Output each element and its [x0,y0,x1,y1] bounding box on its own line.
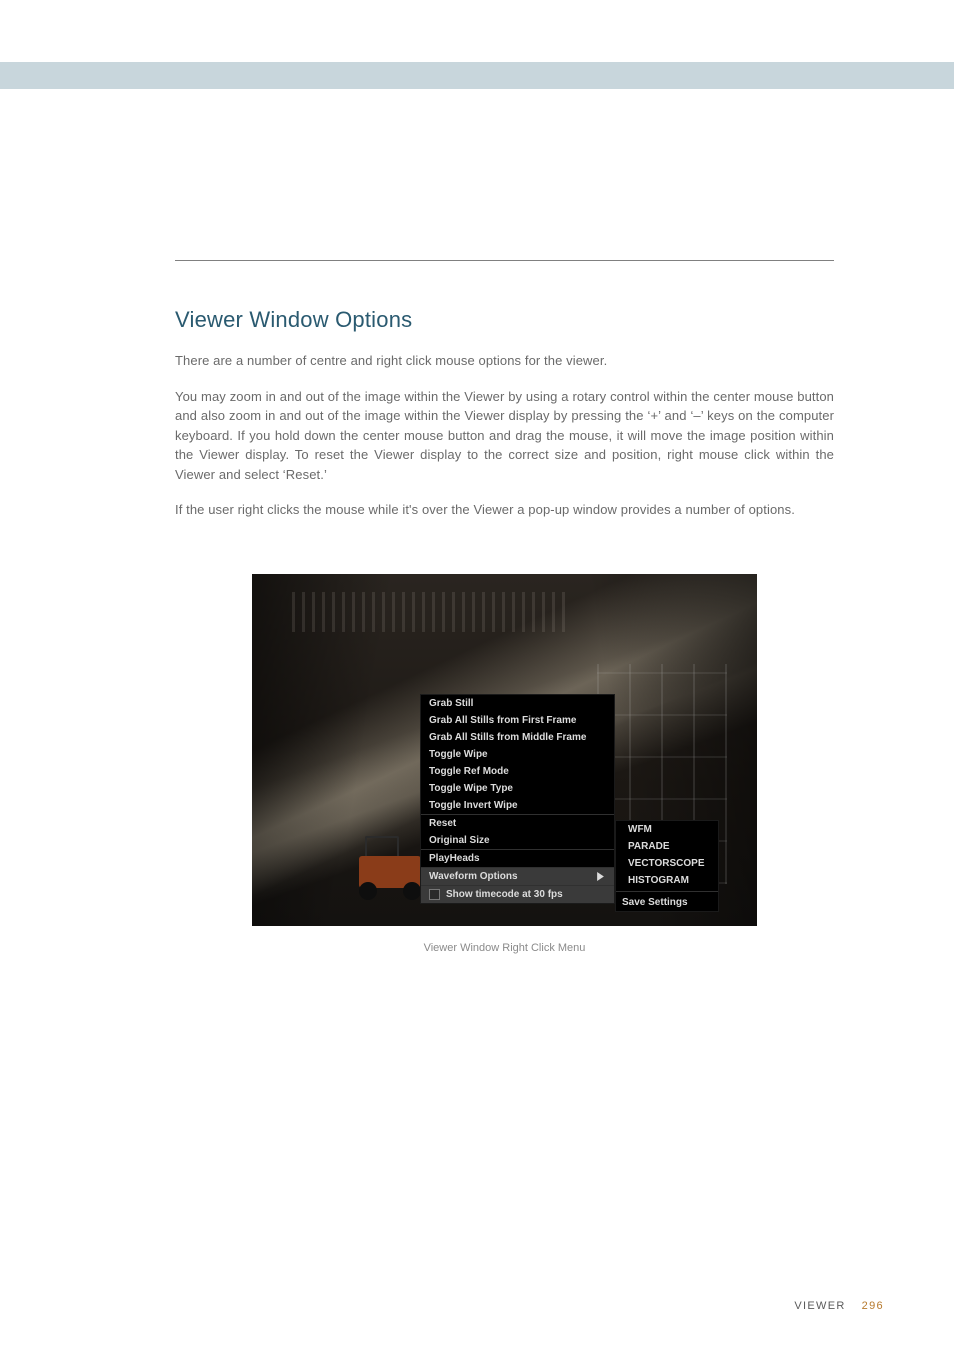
rightclick-paragraph: If the user right clicks the mouse while… [175,500,834,520]
submenu-separator [616,891,718,892]
menu-toggle-invert[interactable]: Toggle Invert Wipe [421,797,614,814]
menu-toggle-ref[interactable]: Toggle Ref Mode [421,763,614,780]
menu-label: Toggle Wipe Type [429,782,513,795]
menu-label: Grab All Stills from Middle Frame [429,731,586,744]
page: Viewer Window Options There are a number… [0,0,954,1350]
menu-grab-first[interactable]: Grab All Stills from First Frame [421,712,614,729]
page-footer: VIEWER 296 [0,1300,954,1312]
menu-label: PlayHeads [429,852,480,865]
menu-playheads[interactable]: PlayHeads [421,850,614,867]
checkbox-icon [429,889,440,900]
menu-label: Grab Still [429,697,473,710]
menu-label: Grab All Stills from First Frame [429,714,576,727]
figure: Grab Still Grab All Stills from First Fr… [175,574,834,954]
submenu-label: HISTOGRAM [628,874,689,887]
section-rule [175,260,834,261]
submenu-parade[interactable]: PARADE [616,838,718,855]
menu-show-timecode[interactable]: Show timecode at 30 fps [421,886,614,903]
menu-waveform-options[interactable]: Waveform Options [421,868,614,885]
section-heading: Viewer Window Options [175,307,834,333]
zoom-paragraph: You may zoom in and out of the image wit… [175,387,834,485]
footer-page-number: 296 [862,1300,884,1312]
menu-original-size[interactable]: Original Size [421,832,614,849]
menu-label: Reset [429,817,456,830]
context-menu[interactable]: Grab Still Grab All Stills from First Fr… [420,694,615,904]
figure-caption: Viewer Window Right Click Menu [424,942,586,954]
menu-label: Waveform Options [429,870,518,883]
submenu-save-settings[interactable]: Save Settings [616,894,718,911]
menu-label: Original Size [429,834,490,847]
submenu-histogram[interactable]: HISTOGRAM [616,872,718,889]
submenu-vectorscope[interactable]: VECTORSCOPE [616,855,718,872]
waveform-submenu[interactable]: WFM PARADE VECTORSCOPE HISTOGRAM Save Se… [615,820,719,912]
menu-label: Toggle Invert Wipe [429,799,518,812]
menu-grab-middle[interactable]: Grab All Stills from Middle Frame [421,729,614,746]
content-column: Viewer Window Options There are a number… [175,260,834,954]
viewer-screenshot: Grab Still Grab All Stills from First Fr… [252,574,757,926]
menu-label: Toggle Wipe [429,748,488,761]
menu-label: Toggle Ref Mode [429,765,509,778]
menu-grab-still[interactable]: Grab Still [421,695,614,712]
footer-section: VIEWER [794,1300,845,1312]
menu-label: Show timecode at 30 fps [446,888,563,901]
submenu-wfm[interactable]: WFM [616,821,718,838]
menu-toggle-wipe-type[interactable]: Toggle Wipe Type [421,780,614,797]
submenu-label: Save Settings [622,896,688,909]
intro-paragraph: There are a number of centre and right c… [175,351,834,371]
menu-toggle-wipe[interactable]: Toggle Wipe [421,746,614,763]
submenu-label: WFM [628,823,652,836]
menu-reset[interactable]: Reset [421,815,614,832]
submenu-label: PARADE [628,840,669,853]
submenu-label: VECTORSCOPE [628,857,705,870]
submenu-arrow-icon [594,870,606,882]
scene-catwalk [292,592,572,632]
header-band [0,62,954,89]
